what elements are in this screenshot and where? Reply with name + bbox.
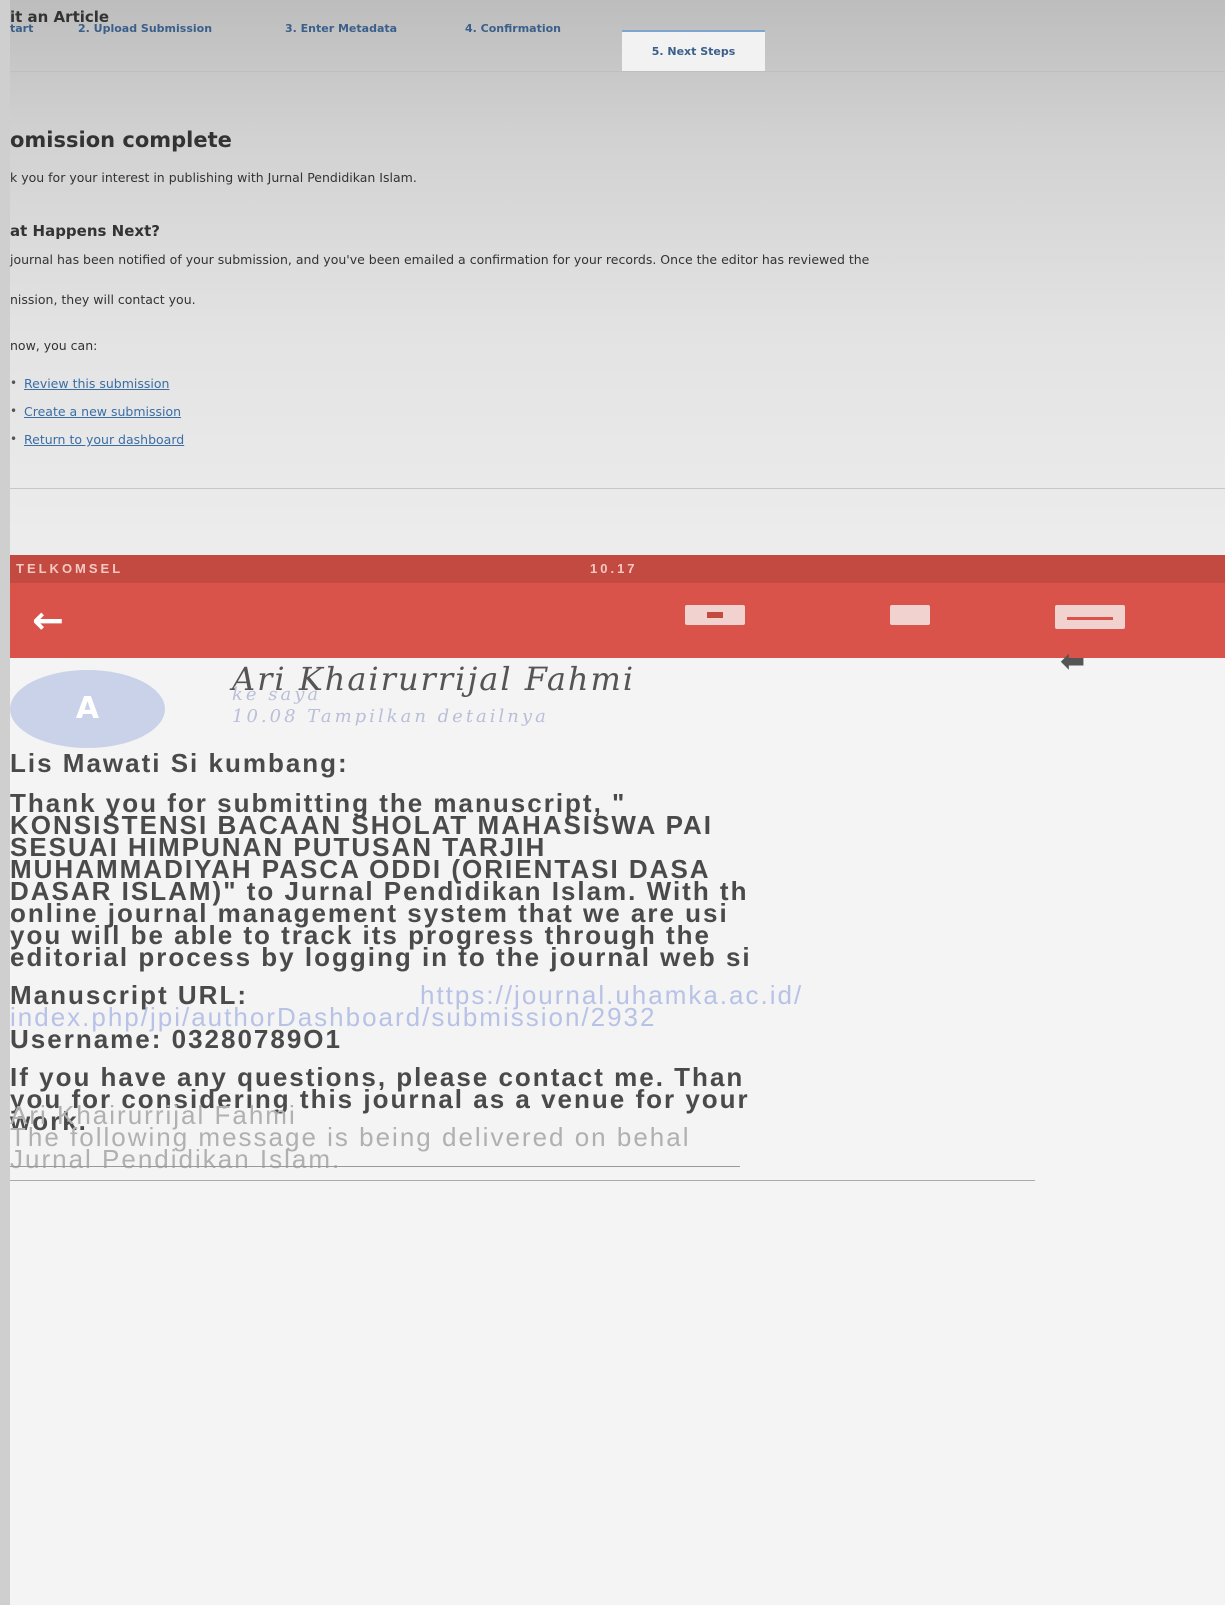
page-divider [10, 488, 1225, 489]
body-line: editorial process by logging in to the j… [10, 942, 752, 972]
archive-icon[interactable] [685, 605, 745, 625]
footer-divider [10, 1180, 1035, 1181]
step-confirmation[interactable]: 4. Confirmation [465, 22, 561, 35]
steps-divider [10, 71, 1225, 72]
notice-line-2: nission, they will contact you. [10, 292, 196, 307]
signature-divider [10, 1166, 740, 1167]
back-arrow-icon[interactable]: ← [32, 601, 92, 639]
step-start[interactable]: tart [10, 22, 33, 35]
delete-icon[interactable] [890, 605, 930, 625]
username-text: Username: 03280789O1 [10, 1024, 342, 1054]
status-bar: TELKOMSEL 10.17 [10, 555, 1225, 583]
app-toolbar: ← [10, 583, 1225, 658]
next-heading: at Happens Next? [10, 222, 160, 240]
new-submission-link[interactable]: Create a new submission [24, 404, 181, 419]
dashboard-link[interactable]: Return to your dashboard [24, 432, 184, 447]
bullet-icon: • [10, 404, 18, 418]
signature-line: Jurnal Pendidikan Islam. [10, 1144, 342, 1174]
bullet-icon: • [10, 432, 18, 446]
mail-icon[interactable] [1055, 605, 1125, 629]
greeting: Lis Mawati Si kumbang: [10, 748, 349, 778]
submission-page: it an Article tart 2. Upload Submission … [10, 0, 1225, 560]
thanks-text: k you for your interest in publishing wi… [10, 170, 417, 185]
recipient-label: ke saya [232, 684, 322, 705]
reply-icon[interactable]: ⬅ [1060, 647, 1130, 677]
status-time: 10.17 [590, 561, 638, 576]
time-details[interactable]: 10.08 Tampilkan detailnya [232, 706, 549, 727]
review-submission-link[interactable]: Review this submission [24, 376, 169, 391]
now-you-can: now, you can: [10, 338, 98, 353]
photo-frame: it an Article tart 2. Upload Submission … [0, 0, 1225, 1605]
carrier-label: TELKOMSEL [16, 561, 124, 576]
step-next-steps[interactable]: 5. Next Steps [622, 30, 765, 72]
step-upload[interactable]: 2. Upload Submission [78, 22, 212, 35]
submission-title: omission complete [10, 128, 232, 152]
step-metadata[interactable]: 3. Enter Metadata [285, 22, 397, 35]
notice-line-1: journal has been notified of your submis… [10, 252, 870, 267]
avatar: A [10, 670, 165, 748]
bullet-icon: • [10, 376, 18, 390]
